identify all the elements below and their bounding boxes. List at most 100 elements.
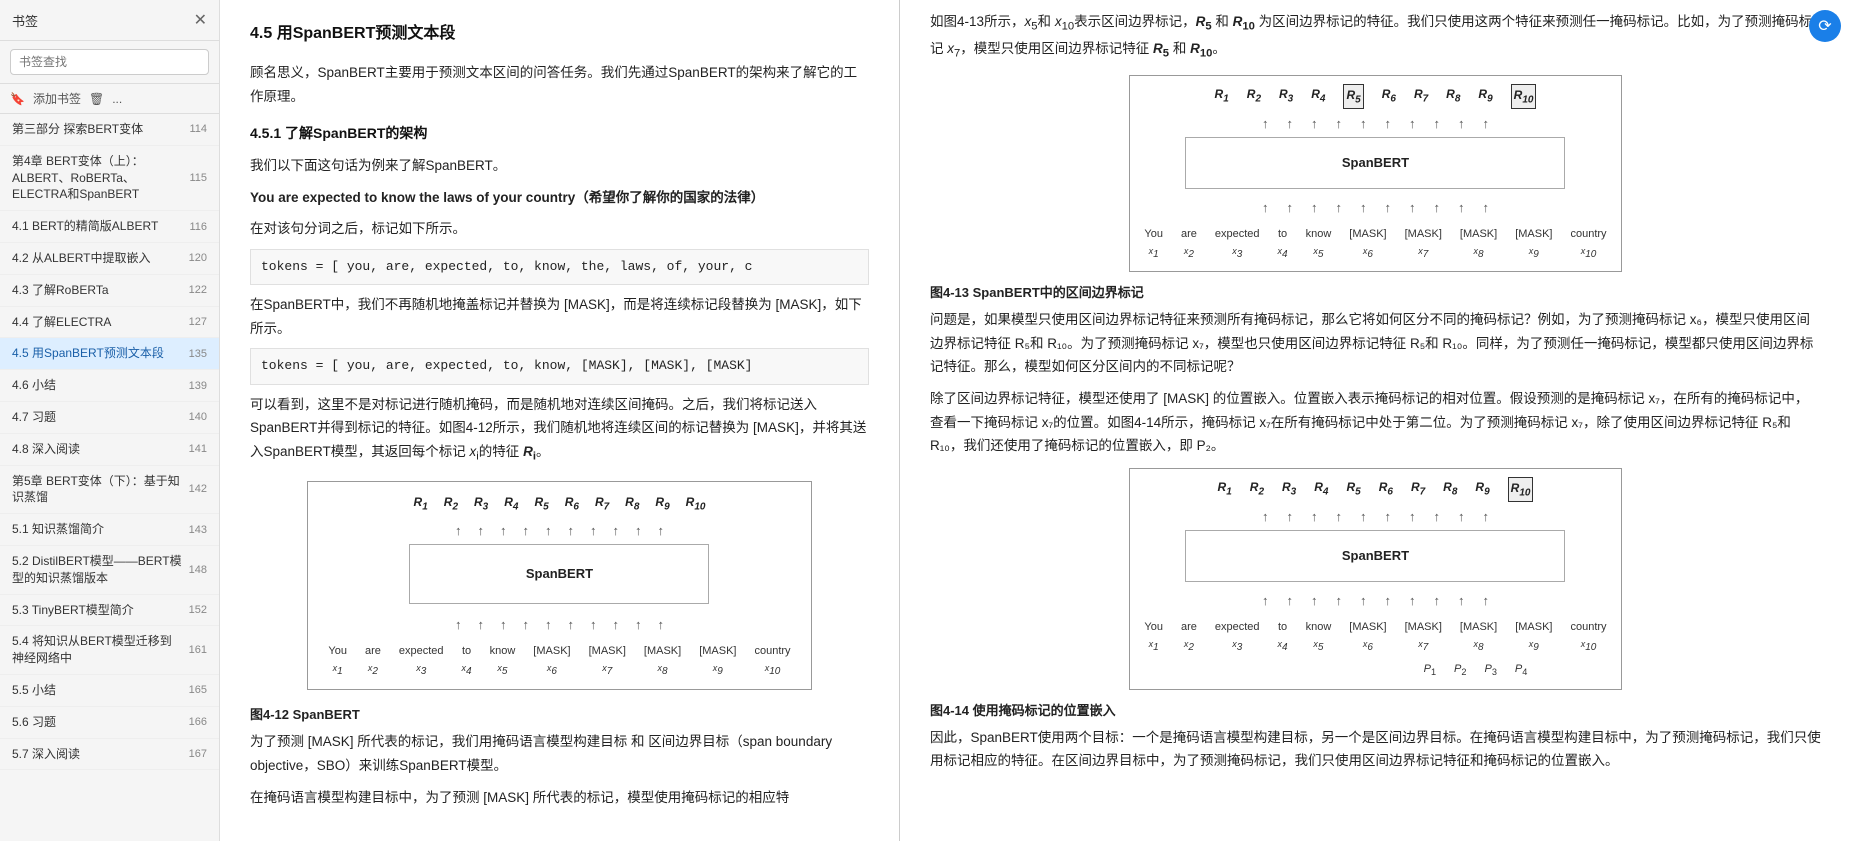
sidebar-items: 第三部分 探索BERT变体114 第4章 BERT变体（上）：ALBERT、RoB… bbox=[0, 114, 219, 841]
section-title: 4.5 用SpanBERT预测文本段 bbox=[250, 20, 869, 47]
sidebar-item-text: 4.7 习题 bbox=[12, 409, 183, 426]
diagram2-tokens: Youx1 arex2 expectedx3 tox4 knowx5 [MASK… bbox=[1144, 225, 1606, 262]
sidebar-item-item6[interactable]: 4.4 了解ELECTRA 127 bbox=[0, 307, 219, 339]
main-area: 4.5 用SpanBERT预测文本段 顾名思义，SpanBERT主要用于预测文本… bbox=[220, 0, 1851, 841]
sidebar-item-text: 5.2 DistilBERT模型——BERT模型的知识蒸馏版本 bbox=[12, 553, 183, 587]
sidebar-item-page: 167 bbox=[189, 748, 207, 760]
left-panel: 4.5 用SpanBERT预测文本段 顾名思义，SpanBERT主要用于预测文本… bbox=[220, 0, 900, 841]
sidebar-item-text: 第5章 BERT变体（下）：基于知识蒸馏 bbox=[12, 473, 183, 507]
sidebar-item-item12[interactable]: 5.1 知识蒸馏简介143 bbox=[0, 514, 219, 546]
p-labels-row: P1 P2 P3 P4 bbox=[1144, 660, 1606, 681]
sidebar-item-item10[interactable]: 4.8 深入阅读141 bbox=[0, 434, 219, 466]
d2-r2: R2 bbox=[1247, 84, 1261, 109]
sidebar-item-item3[interactable]: 4.1 BERT的精简版ALBERT116 bbox=[0, 211, 219, 243]
sync-button[interactable]: ⟳ bbox=[1809, 10, 1841, 42]
r7-label: R7 bbox=[595, 492, 609, 515]
sidebar-item-text: 5.3 TinyBERT模型简介 bbox=[12, 602, 183, 619]
d3-r5: R5 bbox=[1346, 477, 1360, 502]
p4-label: P4 bbox=[1515, 660, 1527, 681]
sidebar-item-page: 141 bbox=[189, 443, 207, 455]
sidebar-item-item17[interactable]: 5.6 习题166 bbox=[0, 707, 219, 739]
fig2-caption: 图4-13 SpanBERT中的区间边界标记 bbox=[930, 282, 1821, 304]
sidebar-item-item1[interactable]: 第三部分 探索BERT变体114 bbox=[0, 114, 219, 146]
subsection-title: 4.5.1 了解SpanBERT的架构 bbox=[250, 122, 869, 146]
d3-arrows: ↑↑↑↑↑↑↑↑↑↑ bbox=[1144, 506, 1606, 528]
sidebar-item-text: 4.2 从ALBERT中提取嵌入 bbox=[12, 250, 183, 267]
diagram1-box: R1 R2 R3 R4 R5 R6 R7 R8 R9 R10 ↑↑↑↑↑↑↑↑↑… bbox=[307, 481, 811, 690]
diagram2-r-row: R1 R2 R3 R4 R5 R6 R7 R8 R9 R10 bbox=[1144, 84, 1606, 109]
fig1-caption: 图4-12 SpanBERT bbox=[250, 704, 869, 726]
sidebar-item-page: 116 bbox=[189, 221, 207, 233]
sidebar-item-page: 165 bbox=[189, 684, 207, 696]
right-panel: 如图4-13所示，x5和 x10表示区间边界标记，R5 和 R10 为区间边界标… bbox=[900, 0, 1851, 841]
sidebar-item-page: 127 bbox=[189, 316, 207, 328]
d2-r7: R7 bbox=[1414, 84, 1428, 109]
d3-r8: R8 bbox=[1443, 477, 1457, 502]
intro-para: 顾名思义，SpanBERT主要用于预测文本区间的问答任务。我们先通过SpanBE… bbox=[250, 61, 869, 108]
sidebar-item-text: 4.3 了解RoBERTa bbox=[12, 282, 183, 299]
d2-r8: R8 bbox=[1446, 84, 1460, 109]
sidebar-item-item16[interactable]: 5.5 小结 165 bbox=[0, 675, 219, 707]
sidebar-item-item2[interactable]: 第4章 BERT变体（上）：ALBERT、RoBERTa、ELECTRA和Spa… bbox=[0, 146, 219, 211]
diagram3-tokens: Youx1 arex2 expectedx3 tox4 knowx5 [MASK… bbox=[1144, 618, 1606, 655]
tokens1-code: tokens = [ you, are, expected, to, know,… bbox=[250, 249, 869, 285]
close-icon[interactable]: ✕ bbox=[194, 10, 207, 30]
example-intro: 我们以下面这句话为例来了解SpanBERT。 bbox=[250, 154, 869, 178]
sidebar-item-text: 5.7 深入阅读 bbox=[12, 746, 183, 763]
sidebar-item-item18[interactable]: 5.7 深入阅读 167 bbox=[0, 739, 219, 771]
sidebar-item-item5[interactable]: 4.3 了解RoBERTa 122 bbox=[0, 275, 219, 307]
sidebar-item-page: 140 bbox=[189, 411, 207, 423]
sidebar-item-page: 115 bbox=[189, 172, 207, 184]
fig3-caption: 图4-14 使用掩码标记的位置嵌入 bbox=[930, 700, 1821, 722]
sidebar-item-page: 114 bbox=[189, 123, 207, 135]
diagram1-tokens: Youx1 arex2 expectedx3 tox4 knowx5 [MASK… bbox=[328, 642, 790, 679]
p3-label: P3 bbox=[1484, 660, 1496, 681]
sidebar-item-item15[interactable]: 5.4 将知识从BERT模型迁移到神经网络中161 bbox=[0, 626, 219, 675]
search-box bbox=[0, 41, 219, 84]
r10-label: R10 bbox=[686, 492, 706, 515]
explain-para: 可以看到，这里不是对标记进行随机掩码，而是随机地对连续区间掩码。之后，我们将标记… bbox=[250, 393, 869, 468]
d2-r6: R6 bbox=[1382, 84, 1396, 109]
arrows1-down: ↑↑↑↑↑↑↑↑↑↑ bbox=[328, 614, 790, 636]
sidebar-item-page: 166 bbox=[189, 716, 207, 728]
sidebar-item-item13[interactable]: 5.2 DistilBERT模型——BERT模型的知识蒸馏版本148 bbox=[0, 546, 219, 595]
d2-r3: R3 bbox=[1279, 84, 1293, 109]
sidebar-item-text: 5.4 将知识从BERT模型迁移到神经网络中 bbox=[12, 633, 183, 667]
sidebar-item-text: 4.4 了解ELECTRA bbox=[12, 314, 183, 331]
diagram2-container: R1 R2 R3 R4 R5 R6 R7 R8 R9 R10 ↑↑↑↑↑↑↑↑↑… bbox=[930, 75, 1821, 272]
d2-r9: R9 bbox=[1478, 84, 1492, 109]
d2-r10: R10 bbox=[1511, 84, 1537, 109]
sidebar-item-page: 120 bbox=[189, 252, 207, 264]
r2-label: R2 bbox=[444, 492, 458, 515]
more-button[interactable]: ... bbox=[112, 92, 122, 106]
delete-icon[interactable]: 🗑 bbox=[89, 92, 104, 106]
arrows1: ↑↑↑↑↑↑↑↑↑↑ bbox=[328, 520, 790, 542]
sidebar-item-text: 5.1 知识蒸馏简介 bbox=[12, 521, 183, 538]
diagram2-box: R1 R2 R3 R4 R5 R6 R7 R8 R9 R10 ↑↑↑↑↑↑↑↑↑… bbox=[1129, 75, 1621, 272]
search-input[interactable] bbox=[10, 49, 209, 75]
sidebar-item-item8[interactable]: 4.6 小结139 bbox=[0, 370, 219, 402]
add-bookmark-label[interactable]: 添加书签 bbox=[33, 90, 81, 107]
example-sentence: You are expected to know the laws of you… bbox=[250, 186, 869, 210]
sidebar-item-text: 4.5 用SpanBERT预测文本段 bbox=[12, 345, 183, 362]
sidebar-item-item4[interactable]: 4.2 从ALBERT中提取嵌入 120 bbox=[0, 243, 219, 275]
d2-r5: R5 bbox=[1343, 84, 1363, 109]
sidebar-item-page: 122 bbox=[189, 284, 207, 296]
sidebar-item-text: 5.5 小结 bbox=[12, 682, 183, 699]
sidebar-item-item9[interactable]: 4.7 习题 140 bbox=[0, 402, 219, 434]
model1-label: SpanBERT bbox=[409, 544, 709, 604]
sidebar-item-item7[interactable]: 4.5 用SpanBERT预测文本段135 bbox=[0, 338, 219, 370]
sidebar-item-text: 第4章 BERT变体（上）：ALBERT、RoBERTa、ELECTRA和Spa… bbox=[12, 153, 183, 203]
d3-r3: R3 bbox=[1282, 477, 1296, 502]
sidebar-toolbar: 🔖 添加书签 🗑 ... bbox=[0, 84, 219, 114]
d2-r4: R4 bbox=[1311, 84, 1325, 109]
d3-r7: R7 bbox=[1411, 477, 1425, 502]
tokens2-code: tokens = [ you, are, expected, to, know,… bbox=[250, 348, 869, 384]
sidebar-item-item11[interactable]: 第5章 BERT变体（下）：基于知识蒸馏142 bbox=[0, 466, 219, 515]
position-text: 除了区间边界标记特征，模型还使用了 [MASK] 的位置嵌入。位置嵌入表示掩码标… bbox=[930, 387, 1821, 458]
p1-label: P1 bbox=[1424, 660, 1436, 681]
sidebar-item-item14[interactable]: 5.3 TinyBERT模型简介 152 bbox=[0, 595, 219, 627]
conclusion-text: 因此，SpanBERT使用两个目标：一个是掩码语言模型构建目标，另一个是区间边界… bbox=[930, 726, 1821, 773]
bookmark-icon: 🔖 bbox=[10, 92, 25, 106]
sidebar-item-page: 152 bbox=[189, 604, 207, 616]
